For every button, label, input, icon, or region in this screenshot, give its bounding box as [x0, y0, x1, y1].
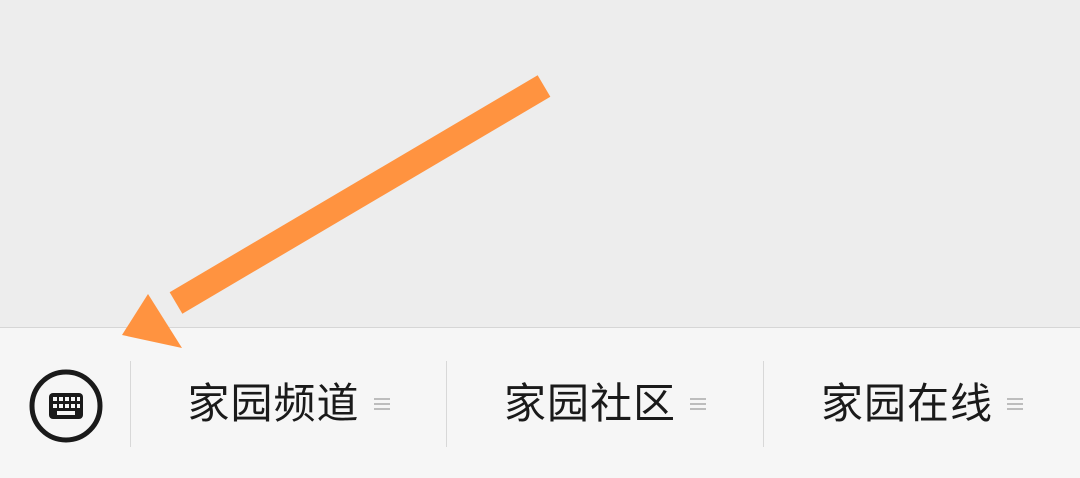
list-icon [690, 398, 706, 410]
keyboard-icon [49, 393, 83, 419]
menu-item-label: 家园社区 [503, 379, 676, 428]
chat-area [0, 0, 1080, 327]
keyboard-toggle-button[interactable] [28, 368, 104, 444]
menu-item-home-community[interactable]: 家园社区 [447, 361, 763, 447]
menu-item-label: 家园频道 [187, 379, 360, 428]
menu-item-label: 家园在线 [820, 379, 993, 428]
menu-item-home-channel[interactable]: 家园频道 [131, 361, 446, 447]
list-icon [373, 398, 390, 410]
list-icon [1007, 398, 1023, 410]
menu-item-home-online[interactable]: 家园在线 [764, 361, 1080, 447]
custom-menu-bar: 家园频道 家园社区 家园在线 [0, 327, 1080, 478]
